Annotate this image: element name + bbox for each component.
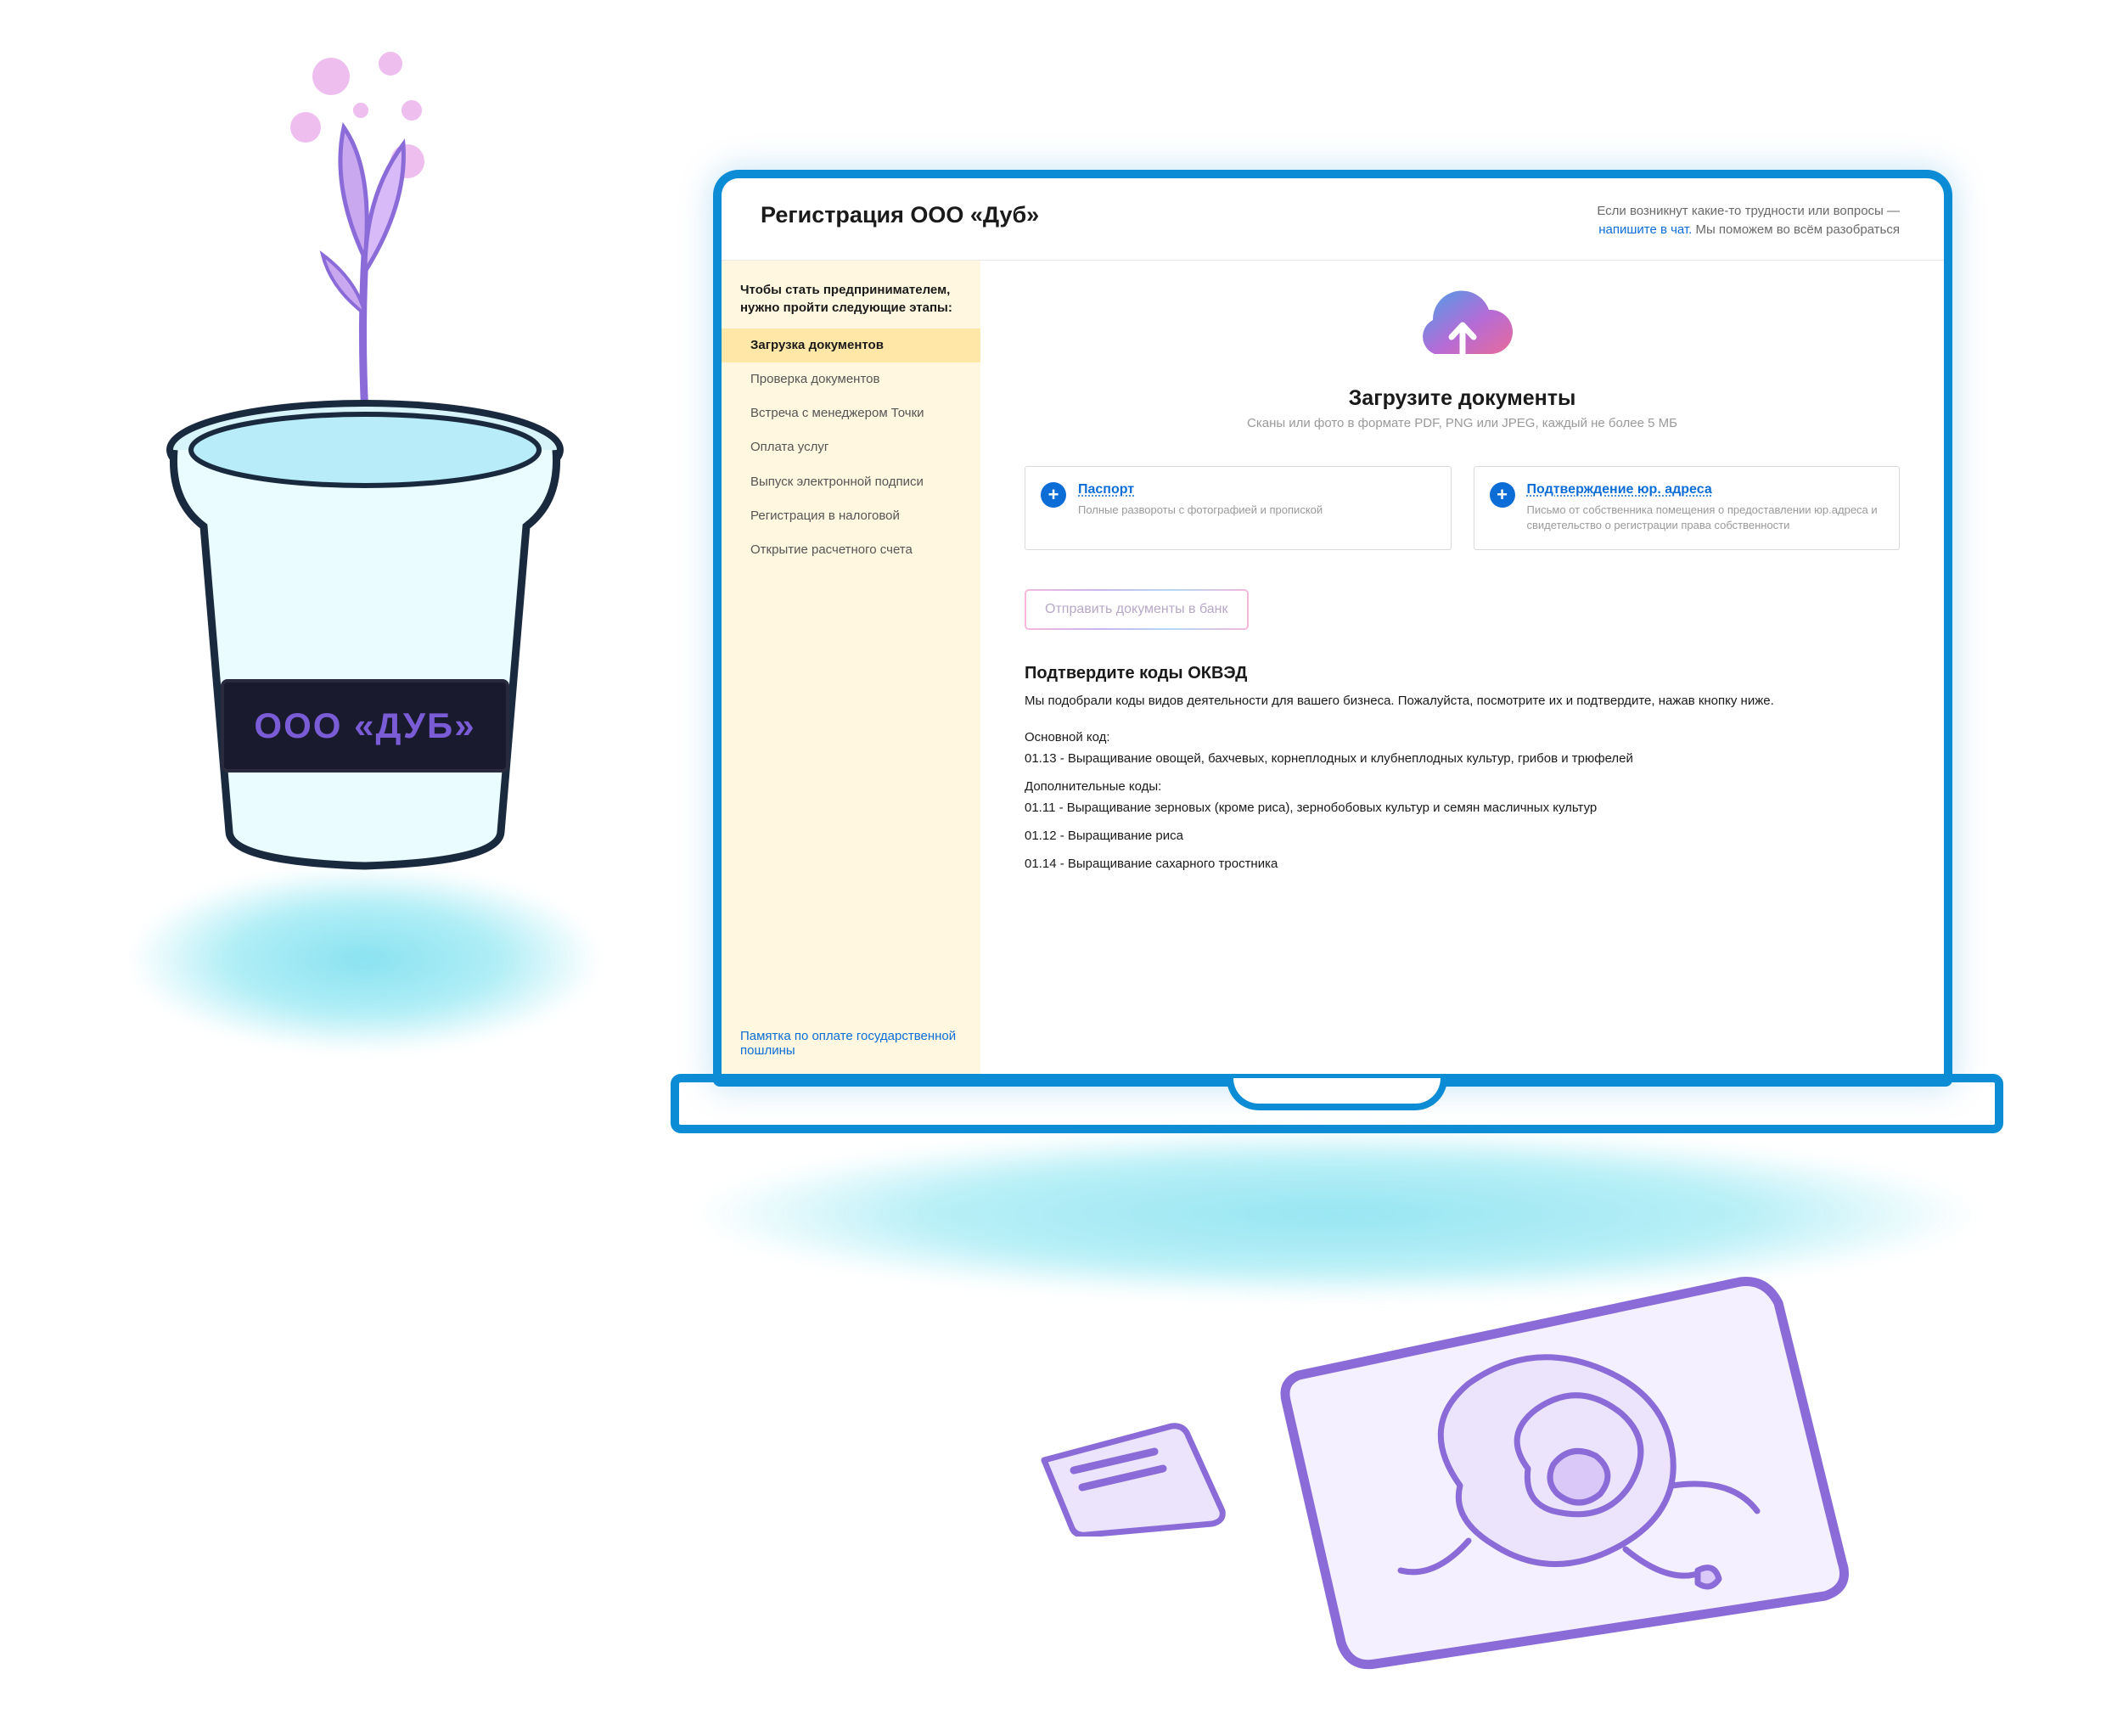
id-card-icon bbox=[1027, 1392, 1248, 1537]
sidebar-item-label: Оплата услуг bbox=[750, 440, 828, 454]
sidebar-heading: Чтобы стать предпринимателем, нужно прой… bbox=[722, 281, 980, 329]
upload-title: Загрузите документы bbox=[1025, 386, 1900, 411]
okved-main-code: 01.13 - Выращивание овощей, бахчевых, ко… bbox=[1025, 751, 1900, 766]
sidebar-item-manager-meeting[interactable]: Встреча с менеджером Точки bbox=[722, 396, 980, 430]
pot-label: ООО «ДУБ» bbox=[221, 679, 509, 772]
main-content: Загрузите документы Сканы или фото в фор… bbox=[980, 261, 1944, 1079]
okved-main-label: Основной код: bbox=[1025, 730, 1900, 744]
sidebar-footer: Памятка по оплате государственной пошлин… bbox=[722, 1020, 980, 1066]
sidebar-item-payment[interactable]: Оплата услуг bbox=[722, 430, 980, 464]
doc-card-desc: Письмо от собственника помещения о предо… bbox=[1527, 503, 1884, 535]
doc-card-desc: Полные развороты с фотографией и прописк… bbox=[1078, 503, 1323, 519]
plus-icon: + bbox=[1490, 482, 1515, 508]
app-root: Регистрация ООО «Дуб» Если возникнут как… bbox=[722, 178, 1944, 1078]
okved-extra-label: Дополнительные коды: bbox=[1025, 779, 1900, 794]
laptop-screen: Регистрация ООО «Дуб» Если возникнут как… bbox=[713, 170, 1952, 1087]
help-text: Если возникнут какие-то трудности или во… bbox=[1597, 202, 1900, 239]
upload-hero: Загрузите документы Сканы или фото в фор… bbox=[1025, 288, 1900, 430]
doc-card-title: Подтверждение юр. адреса bbox=[1527, 482, 1884, 497]
sidebar-item-label: Регистрация в налоговой bbox=[750, 508, 900, 523]
sidebar: Чтобы стать предпринимателем, нужно прой… bbox=[722, 261, 980, 1079]
okved-extra-code: 01.14 - Выращивание сахарного тростника bbox=[1025, 857, 1900, 871]
sidebar-item-check-docs[interactable]: Проверка документов bbox=[722, 362, 980, 396]
okved-section: Подтвердите коды ОКВЭД Мы подобрали коды… bbox=[1025, 664, 1900, 871]
sidebar-item-e-signature[interactable]: Выпуск электронной подписи bbox=[722, 465, 980, 499]
sidebar-item-label: Выпуск электронной подписи bbox=[750, 475, 924, 489]
tablet-illustration-icon bbox=[1248, 1256, 1859, 1672]
laptop-notch bbox=[1227, 1078, 1447, 1110]
doc-card-title: Паспорт bbox=[1078, 482, 1323, 497]
doc-cards-row: + Паспорт Полные развороты с фотографией… bbox=[1025, 466, 1900, 551]
okved-intro: Мы подобрали коды видов деятельности для… bbox=[1025, 692, 1900, 711]
sidebar-item-label: Загрузка документов bbox=[750, 338, 884, 352]
pot-shadow bbox=[127, 866, 603, 1053]
pot-label-text: ООО «ДУБ» bbox=[254, 705, 475, 746]
help-suffix: Мы поможем во всём разобраться bbox=[1695, 222, 1900, 237]
help-prefix: Если возникнут какие-то трудности или во… bbox=[1597, 204, 1900, 218]
sidebar-item-upload-docs[interactable]: Загрузка документов bbox=[722, 329, 980, 362]
okved-extra-code: 01.11 - Выращивание зерновых (кроме риса… bbox=[1025, 801, 1900, 815]
laptop-illustration: Регистрация ООО «Дуб» Если возникнут как… bbox=[671, 170, 2003, 1316]
okved-title: Подтвердите коды ОКВЭД bbox=[1025, 664, 1900, 683]
help-chat-link[interactable]: напишите в чат. bbox=[1598, 222, 1692, 237]
upload-subtitle: Сканы или фото в формате PDF, PNG или JP… bbox=[1025, 416, 1900, 430]
sidebar-item-label: Встреча с менеджером Точки bbox=[750, 406, 924, 420]
sidebar-item-open-account[interactable]: Открытие расчетного счета bbox=[722, 533, 980, 567]
doc-card-address-proof[interactable]: + Подтверждение юр. адреса Письмо от соб… bbox=[1474, 466, 1901, 551]
app-header: Регистрация ООО «Дуб» Если возникнут как… bbox=[722, 178, 1944, 261]
plus-icon: + bbox=[1041, 482, 1066, 508]
plant-icon bbox=[280, 51, 450, 416]
sidebar-item-tax-registration[interactable]: Регистрация в налоговой bbox=[722, 499, 980, 533]
pot-body-icon bbox=[161, 399, 569, 874]
okved-extra-code: 01.12 - Выращивание риса bbox=[1025, 829, 1900, 843]
fee-memo-link[interactable]: Памятка по оплате государственной пошлин… bbox=[740, 1029, 956, 1058]
doc-card-passport[interactable]: + Паспорт Полные развороты с фотографией… bbox=[1025, 466, 1452, 551]
app-body: Чтобы стать предпринимателем, нужно прой… bbox=[722, 261, 1944, 1079]
cloud-upload-icon bbox=[1407, 288, 1518, 373]
plant-pot-illustration: ООО «ДУБ» bbox=[93, 51, 637, 1070]
sidebar-item-label: Проверка документов bbox=[750, 372, 879, 386]
sidebar-item-label: Открытие расчетного счета bbox=[750, 542, 913, 557]
submit-documents-button[interactable]: Отправить документы в банк bbox=[1025, 589, 1249, 630]
page-title: Регистрация ООО «Дуб» bbox=[761, 202, 1039, 228]
